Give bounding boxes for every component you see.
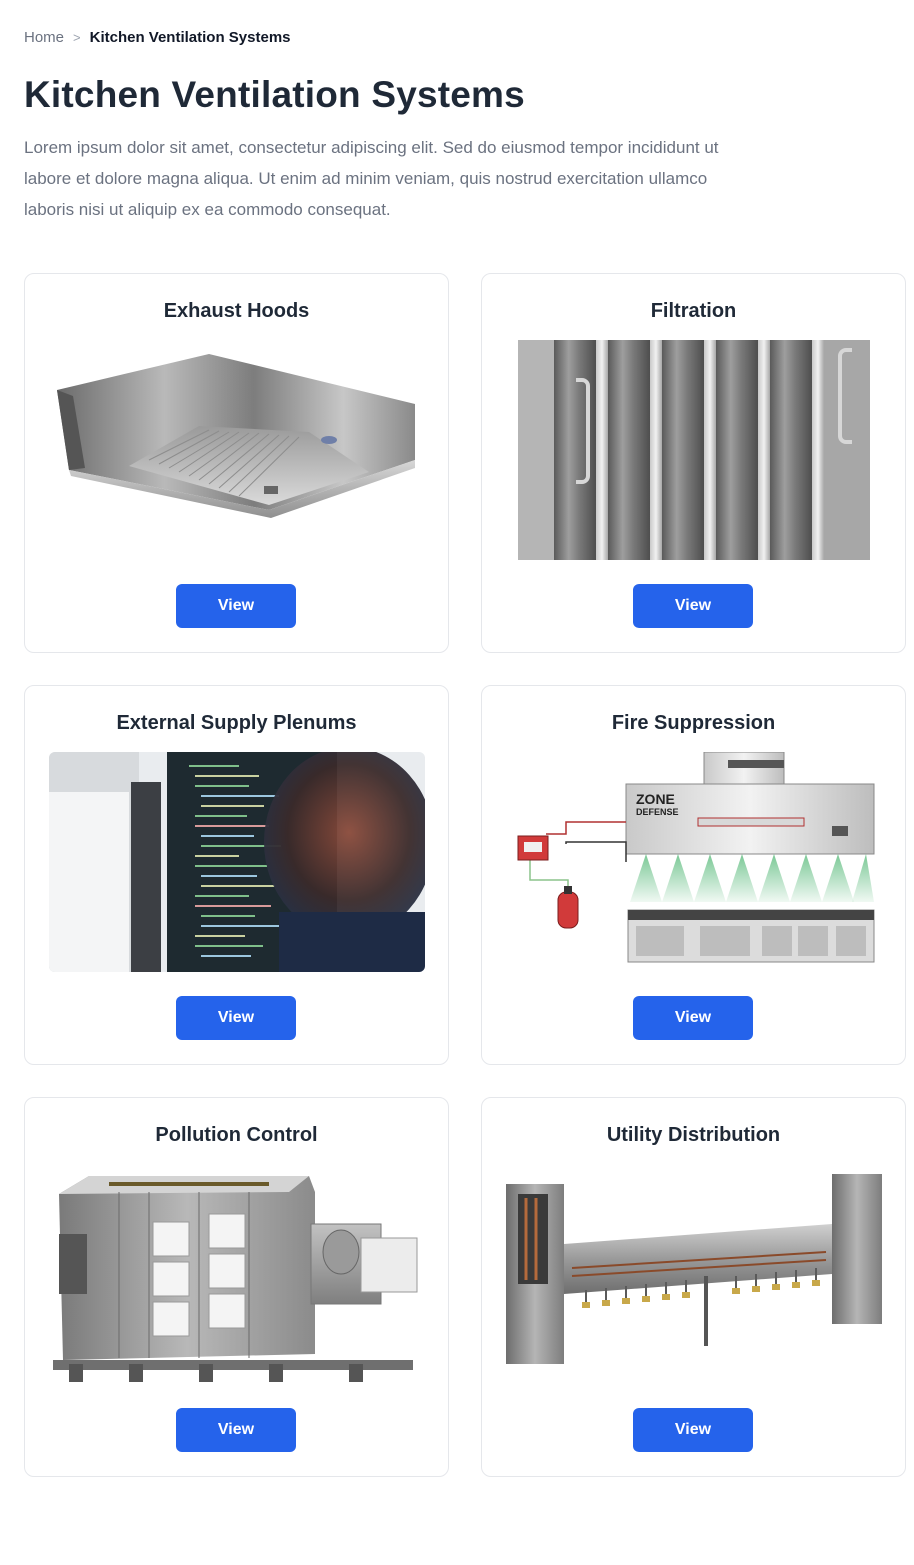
baffle-filter-illustration (518, 340, 870, 560)
fire-suppression-illustration: ZONE DEFENSE (506, 752, 882, 972)
card-title: External Supply Plenums (116, 712, 357, 734)
developer-monitor-illustration (49, 752, 425, 972)
view-button[interactable]: View (176, 996, 296, 1040)
card-title: Pollution Control (155, 1124, 318, 1146)
zone-defense-logo-line2: DEFENSE (636, 807, 679, 817)
fire-suppression-diagram: ZONE DEFENSE (506, 752, 882, 972)
product-card-fire-suppression: Fire Suppression ZONE DEFENSE View (481, 685, 906, 1065)
view-button[interactable]: View (176, 1408, 296, 1452)
breadcrumb-current: Kitchen Ventilation Systems (89, 28, 291, 46)
developer-monitor-photo (49, 752, 425, 972)
view-button[interactable]: View (633, 1408, 753, 1452)
page-description: Lorem ipsum dolor sit amet, consectetur … (24, 138, 719, 219)
product-card-pollution-control: Pollution Control View (24, 1097, 449, 1477)
view-button[interactable]: View (633, 584, 753, 628)
utility-distribution-illustration (506, 1164, 882, 1384)
pollution-control-illustration (49, 1164, 425, 1384)
exhaust-hood-image (49, 340, 425, 560)
product-card-filtration: Filtration View (481, 273, 906, 653)
breadcrumb-home-link[interactable]: Home (24, 29, 64, 46)
view-button[interactable]: View (633, 996, 753, 1040)
view-button[interactable]: View (176, 584, 296, 628)
product-card-external-supply-plenums: External Supply Plenums View (24, 685, 449, 1065)
breadcrumb: Home > Kitchen Ventilation Systems (24, 27, 291, 47)
product-card-exhaust-hoods: Exhaust Hoods View (24, 273, 449, 653)
zone-defense-logo-line1: ZONE (636, 791, 675, 807)
card-title: Utility Distribution (606, 1124, 781, 1146)
card-title: Fire Suppression (611, 712, 776, 734)
product-card-utility-distribution: Utility Distribution View (481, 1097, 906, 1477)
card-title: Filtration (650, 300, 737, 322)
baffle-filter-image (506, 340, 882, 560)
pollution-control-unit-image (49, 1164, 425, 1384)
card-title: Exhaust Hoods (163, 300, 310, 322)
page-title: Kitchen Ventilation Systems (24, 74, 525, 115)
breadcrumb-separator: > (73, 29, 81, 45)
exhaust-hood-illustration (57, 354, 415, 518)
utility-distribution-image (506, 1164, 882, 1384)
product-grid: Exhaust Hoods View Filtration View Exter… (24, 273, 906, 1477)
